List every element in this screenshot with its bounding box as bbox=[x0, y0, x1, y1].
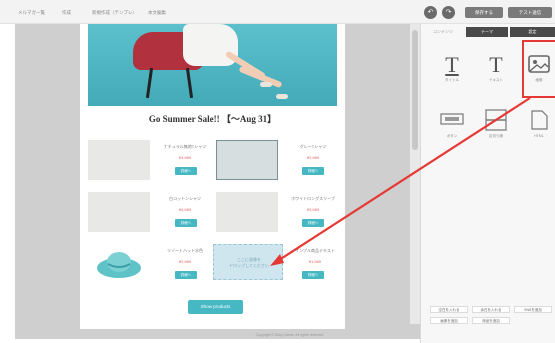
drag-arrow-overlay bbox=[270, 97, 531, 266]
drag-arrow-line bbox=[275, 97, 531, 263]
drag-arrow-head bbox=[270, 254, 284, 266]
